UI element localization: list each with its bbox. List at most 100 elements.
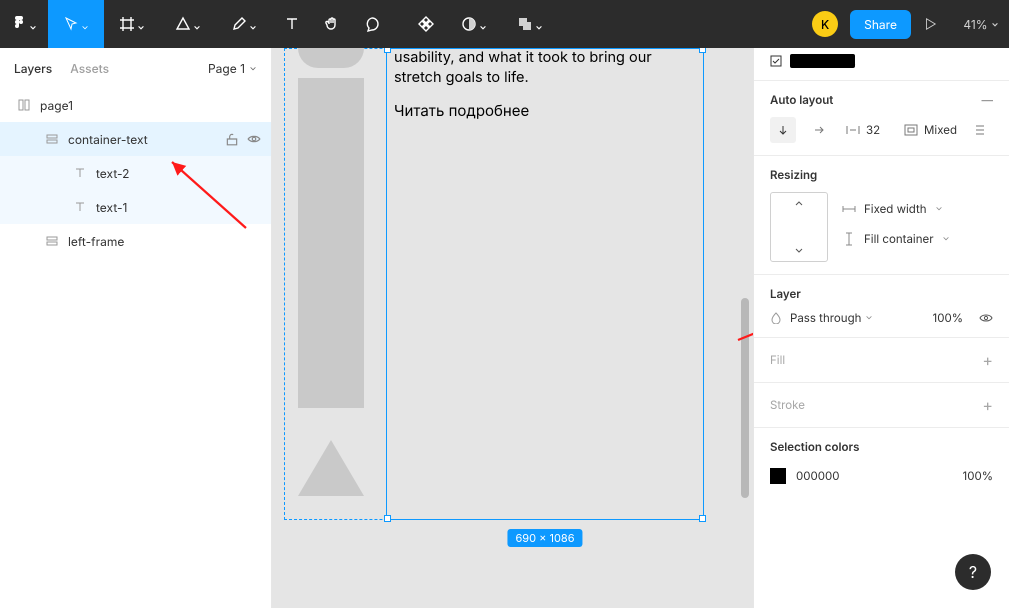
layer-label: text-2 [96,166,261,181]
chevron-down-icon [865,311,873,325]
help-button[interactable]: ? [955,554,991,590]
resizing-preview[interactable] [770,192,828,262]
chevron-up-icon [794,199,804,207]
stroke-title: Stroke [770,398,805,412]
clip-content-row[interactable]: Clip content [754,48,1009,81]
scrollbar-thumb[interactable] [741,298,749,498]
section-selection-colors: Selection colors [754,428,1009,464]
share-button[interactable]: Share [850,10,911,39]
visibility-icon[interactable] [979,311,993,325]
blend-icon [770,312,782,324]
alignment-button[interactable] [967,117,993,143]
right-panel: Clip content Auto layout — 32 Mixed [753,48,1009,608]
page-picker[interactable]: Page 1 [208,61,257,76]
artboard[interactable]: usability, and what it took to bring our… [284,48,704,520]
present-button[interactable] [923,17,937,31]
selection-outline: 690 × 1086 [386,48,704,520]
blend-mode-label: Pass through [790,311,861,325]
chevron-down-icon [249,20,257,28]
color-swatch[interactable] [770,468,786,484]
comment-tool[interactable] [352,0,392,48]
tab-layers[interactable]: Layers [14,61,52,76]
spacing-input[interactable]: 32 [846,123,880,137]
width-mode-dropdown[interactable]: Fixed width [842,202,950,216]
layer-row-leftframe[interactable]: left-frame [0,224,271,258]
chevron-down-icon [479,20,487,28]
left-frame-preview [284,48,378,520]
placeholder-shape [298,78,364,408]
tab-assets[interactable]: Assets [70,61,109,76]
layers-list: page1 container-text text-2 text-1 left-… [0,88,271,608]
avatar[interactable]: K [812,11,838,37]
autolayout-icon [44,131,60,147]
zoom-dropdown[interactable]: 41% [953,17,1009,32]
chevron-down-icon [249,61,257,76]
section-fill[interactable]: Fill + [754,338,1009,383]
canvas[interactable]: usability, and what it took to bring our… [272,48,753,608]
direction-horizontal-button[interactable] [806,117,832,143]
selection-dimensions: 690 × 1086 [507,529,582,547]
chevron-down-icon [137,20,145,28]
boolean-button[interactable] [502,0,558,48]
zoom-value: 41% [963,17,987,32]
chevron-down-icon [193,20,201,28]
move-tool[interactable] [48,0,104,48]
direction-vertical-button[interactable] [770,117,796,143]
layer-row-container[interactable]: container-text [0,122,271,156]
add-fill-button[interactable]: + [982,350,993,370]
auto-layout-title: Auto layout [770,93,833,107]
chevron-down-icon [81,20,89,28]
text-icon [72,165,88,181]
opacity-input[interactable]: 100% [933,311,963,325]
layer-label: page1 [40,98,261,113]
mask-button[interactable] [446,0,502,48]
layer-row-page[interactable]: page1 [0,88,271,122]
hand-tool[interactable] [312,0,352,48]
resize-handle[interactable] [699,515,706,522]
placeholder-shape [298,48,364,68]
chevron-down-icon [991,17,999,32]
top-toolbar: K Share 41% [0,0,1009,48]
layer-row-text1[interactable]: text-1 [0,190,271,224]
section-stroke[interactable]: Stroke + [754,383,1009,428]
canvas-scrollbar[interactable] [741,48,749,608]
layer-label: text-1 [96,200,261,215]
add-stroke-button[interactable]: + [982,395,993,415]
text-tool[interactable] [272,0,312,48]
visibility-icon[interactable] [247,132,261,146]
spacing-value: 32 [866,123,880,137]
left-panel-header: Layers Assets Page 1 [0,48,271,88]
section-auto-layout: Auto layout — 32 Mixed [754,81,1009,156]
main-menu-button[interactable] [0,0,48,48]
left-panel: Layers Assets Page 1 page1 container-tex… [0,48,272,608]
section-resizing: Resizing Fixed width Fill container [754,156,1009,275]
selection-color-row[interactable]: 000000 100% [754,464,1009,496]
blend-mode-dropdown[interactable]: Pass through [790,311,925,325]
pen-tool[interactable] [216,0,272,48]
remove-autolayout-button[interactable]: — [982,93,994,107]
selection-colors-title: Selection colors [770,440,859,454]
layer-title: Layer [770,287,801,301]
shape-tool[interactable] [160,0,216,48]
fill-title: Fill [770,353,785,367]
height-mode-dropdown[interactable]: Fill container [842,232,950,246]
resizing-title: Resizing [770,168,817,182]
padding-input[interactable]: Mixed [904,123,957,137]
frame-icon [16,97,32,113]
resize-handle[interactable] [384,48,391,53]
unlock-icon[interactable] [225,132,239,146]
layer-row-text2[interactable]: text-2 [0,156,271,190]
text-icon [72,199,88,215]
chevron-down-icon [29,20,37,28]
padding-value: Mixed [924,123,957,137]
width-mode-label: Fixed width [864,202,927,216]
frame-tool[interactable] [104,0,160,48]
resize-handle[interactable] [699,48,706,53]
resize-handle[interactable] [384,515,391,522]
height-mode-label: Fill container [864,232,934,246]
color-opacity: 100% [963,469,993,483]
components-button[interactable] [406,0,446,48]
layer-label: container-text [68,132,217,147]
layer-label: left-frame [68,234,261,249]
autolayout-icon [44,233,60,249]
